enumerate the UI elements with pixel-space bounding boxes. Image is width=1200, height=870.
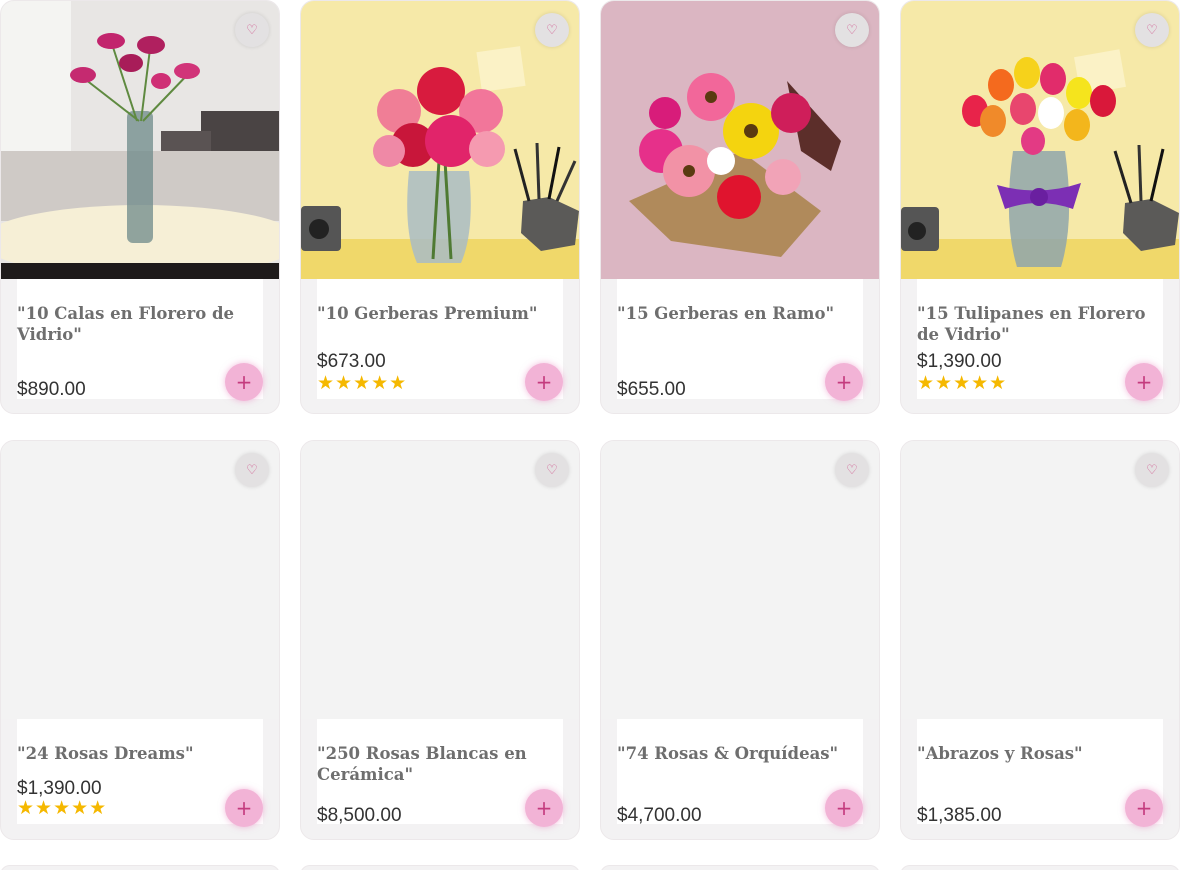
product-card[interactable]: ♡ "24 Rosas Dreams" $1,390.00 ★★★★★ + [0, 440, 280, 840]
product-title[interactable]: "250 Rosas Blancas en Cerámica" [317, 743, 557, 785]
product-price: $655.00 [617, 379, 686, 400]
product-title[interactable]: "15 Gerberas en Ramo" [617, 303, 857, 324]
rating-stars: ★★★★★ [317, 372, 408, 394]
add-to-cart-button[interactable]: + [225, 363, 263, 401]
add-to-cart-button[interactable]: + [825, 789, 863, 827]
product-price: $4,700.00 [617, 805, 702, 826]
product-image-calla-lilies[interactable] [1, 1, 279, 279]
image-placeholder[interactable] [1, 441, 279, 719]
add-to-cart-button[interactable]: + [525, 789, 563, 827]
product-title[interactable]: "10 Calas en Florero de Vidrio" [17, 303, 257, 345]
heart-icon[interactable]: ♡ [235, 13, 269, 47]
product-card[interactable]: ♡ "10 Gerberas Premium" $673.00 ★★★★★ + [300, 0, 580, 414]
heart-icon[interactable]: ♡ [535, 13, 569, 47]
product-grid: ♡ "10 Calas en Florero de Vidrio" $890.0… [0, 0, 1200, 870]
product-card-partial[interactable] [300, 865, 580, 870]
product-card[interactable]: ♡ "15 Tulipanes en Florero de Vidrio" $1… [900, 0, 1180, 414]
product-card-partial[interactable] [900, 865, 1180, 870]
product-title[interactable]: "Abrazos y Rosas" [917, 743, 1157, 764]
product-title[interactable]: "74 Rosas & Orquídeas" [617, 743, 857, 764]
product-image-gerberas-premium[interactable] [301, 1, 579, 279]
heart-icon[interactable]: ♡ [235, 453, 269, 487]
heart-icon[interactable]: ♡ [835, 13, 869, 47]
product-price: $1,385.00 [917, 805, 1002, 826]
add-to-cart-button[interactable]: + [225, 789, 263, 827]
product-card[interactable]: ♡ "10 Calas en Florero de Vidrio" $890.0… [0, 0, 280, 414]
product-image-tulips[interactable] [901, 1, 1179, 279]
add-to-cart-button[interactable]: + [525, 363, 563, 401]
product-card[interactable]: ♡ "250 Rosas Blancas en Cerámica" $8,500… [300, 440, 580, 840]
product-image-gerbera-bouquet[interactable] [601, 1, 879, 279]
product-title[interactable]: "24 Rosas Dreams" [17, 743, 257, 764]
heart-icon[interactable]: ♡ [1135, 453, 1169, 487]
product-card[interactable]: ♡ "15 Gerberas en Ramo" $655.00 + [600, 0, 880, 414]
image-placeholder[interactable] [601, 441, 879, 719]
product-card[interactable]: ♡ "74 Rosas & Orquídeas" $4,700.00 + [600, 440, 880, 840]
image-placeholder[interactable] [301, 441, 579, 719]
product-title[interactable]: "10 Gerberas Premium" [317, 303, 557, 324]
product-card-partial[interactable] [600, 865, 880, 870]
product-price: $1,390.00 [917, 351, 1002, 372]
product-title[interactable]: "15 Tulipanes en Florero de Vidrio" [917, 303, 1157, 345]
heart-icon[interactable]: ♡ [1135, 13, 1169, 47]
product-card-partial[interactable] [0, 865, 280, 870]
product-price: $890.00 [17, 379, 86, 400]
product-card[interactable]: ♡ "Abrazos y Rosas" $1,385.00 + [900, 440, 1180, 840]
product-price: $8,500.00 [317, 805, 402, 826]
heart-icon[interactable]: ♡ [535, 453, 569, 487]
add-to-cart-button[interactable]: + [1125, 363, 1163, 401]
image-placeholder[interactable] [901, 441, 1179, 719]
product-price: $673.00 [317, 351, 386, 372]
add-to-cart-button[interactable]: + [1125, 789, 1163, 827]
add-to-cart-button[interactable]: + [825, 363, 863, 401]
rating-stars: ★★★★★ [917, 372, 1008, 394]
heart-icon[interactable]: ♡ [835, 453, 869, 487]
rating-stars: ★★★★★ [17, 797, 108, 819]
